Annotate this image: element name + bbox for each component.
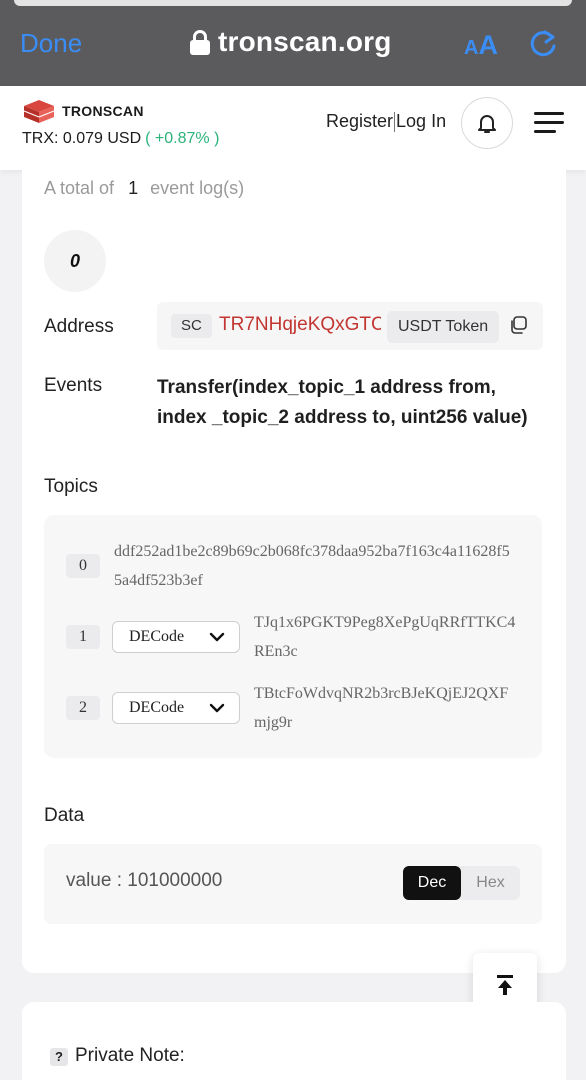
- decode-select[interactable]: DECode: [112, 692, 240, 724]
- chevron-down-icon: [209, 632, 225, 642]
- register-link[interactable]: Register: [326, 111, 393, 132]
- format-toggle: Dec Hex: [403, 866, 520, 900]
- topic-address: TBtcFoWdvqNR2b3rcBJeKQjEJ2QXFmjg9r: [254, 685, 509, 731]
- browser-toolbar: Done tronscan.org AA: [0, 0, 586, 86]
- bell-icon: [478, 115, 496, 133]
- topic-index: 1: [66, 625, 100, 649]
- tronscan-logo-icon: [23, 100, 55, 123]
- topic-address: TJq1x6PGKT9Peg8XePgUqRRfTTKC4REn3c: [254, 614, 516, 660]
- sc-badge: SC: [171, 314, 212, 338]
- hex-button[interactable]: Hex: [461, 866, 520, 900]
- arrow-up-to-line-icon: [497, 975, 513, 995]
- reload-icon[interactable]: [528, 28, 558, 60]
- contract-address-link[interactable]: TR7NHqjeKQxGTCi8q8ZY4pL8otSzgjLj6t: [219, 314, 381, 336]
- private-note-label: Private Note:: [75, 1045, 185, 1066]
- divider: [394, 111, 396, 132]
- topic-index: 2: [66, 696, 100, 720]
- event-log-card: A total of 1 event log(s) 0 Address SC TR7…: [22, 170, 566, 973]
- private-note-card: ? Private Note:: [22, 1002, 566, 1080]
- events-label: Events: [44, 375, 103, 396]
- tronscan-logo[interactable]: TRONSCAN: [22, 98, 144, 124]
- event-total: A total of 1 event log(s): [44, 178, 245, 198]
- url-text: tronscan.org: [218, 26, 392, 57]
- token-badge[interactable]: USDT Token: [387, 311, 500, 343]
- data-panel: value : 101000000 Dec Hex: [44, 844, 542, 924]
- login-link[interactable]: Log In: [396, 111, 446, 132]
- topic-hash: ddf252ad1be2c89b69c2b068fc378daa952ba7f1…: [114, 543, 510, 589]
- event-index: 0: [44, 230, 106, 292]
- hamburger-menu-icon[interactable]: [534, 112, 564, 134]
- logo-text: TRONSCAN: [62, 103, 144, 119]
- topics-label: Topics: [44, 476, 98, 497]
- reader-settings-button[interactable]: AA: [464, 30, 498, 61]
- price-change: ( +0.87% ): [145, 130, 220, 147]
- dec-button[interactable]: Dec: [403, 866, 461, 900]
- event-signature: Transfer(index_topic_1 address from, ind…: [157, 377, 528, 428]
- decode-select[interactable]: DECode: [112, 621, 240, 653]
- trx-price: TRX: 0.079 USD( +0.87% ): [22, 130, 220, 147]
- done-button[interactable]: Done: [20, 28, 82, 59]
- help-icon[interactable]: ?: [50, 1048, 68, 1066]
- topic-index: 0: [66, 554, 100, 578]
- site-header: TRONSCAN TRX: 0.079 USD( +0.87% ) Regist…: [0, 86, 586, 170]
- address-label: Address: [44, 316, 114, 337]
- address-bar[interactable]: tronscan.org: [190, 26, 392, 58]
- sheet-handle: [14, 0, 572, 6]
- data-value: value : 101000000: [66, 870, 223, 891]
- address-field: SC TR7NHqjeKQxGTCi8q8ZY4pL8otSzgjLj6t US…: [157, 302, 543, 350]
- topics-panel: 0 ddf252ad1be2c89b69c2b068fc378daa952ba7…: [44, 515, 542, 758]
- notifications-button[interactable]: [461, 97, 513, 149]
- data-label: Data: [44, 805, 85, 826]
- copy-icon[interactable]: [509, 316, 527, 334]
- lock-icon: [190, 29, 210, 55]
- chevron-down-icon: [209, 703, 225, 713]
- auth-links: Register Log In: [326, 111, 446, 132]
